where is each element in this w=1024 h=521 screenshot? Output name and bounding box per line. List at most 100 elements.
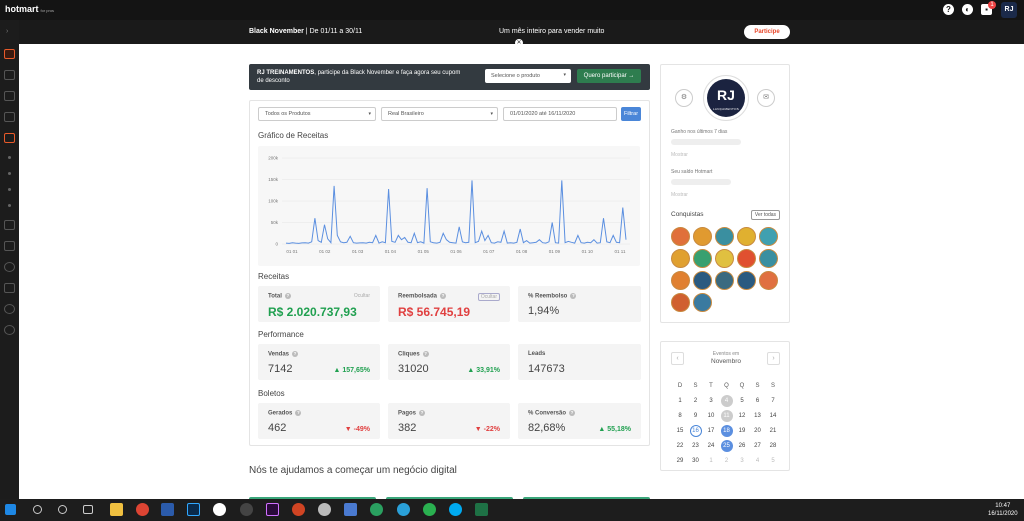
calendar-day[interactable]: 30: [690, 455, 702, 467]
calendar-day[interactable]: 24: [705, 440, 717, 452]
calendar-day[interactable]: 29: [674, 455, 686, 467]
currency-filter[interactable]: Real Brasileiro ▾: [381, 107, 498, 121]
app-icon[interactable]: [344, 503, 357, 516]
achievement-badge[interactable]: [693, 293, 712, 312]
calendar-day[interactable]: 1: [705, 455, 717, 467]
sidebar-item-dashboard[interactable]: [4, 49, 15, 59]
calendar-day[interactable]: 4: [720, 395, 733, 407]
help-icon[interactable]: ?: [422, 351, 429, 357]
calendar-day[interactable]: 10: [705, 410, 717, 422]
achievement-badge[interactable]: [759, 249, 778, 268]
calendar-day[interactable]: 16: [689, 425, 702, 437]
show-link[interactable]: Mostrar: [671, 192, 688, 198]
achievement-badge[interactable]: [737, 249, 756, 268]
system-clock[interactable]: 10:47 16/11/2020: [988, 502, 1018, 518]
calendar-day[interactable]: 5: [736, 395, 748, 407]
help-icon[interactable]: ?: [440, 293, 447, 299]
sidebar-item-sync[interactable]: [4, 220, 15, 230]
calendar-day[interactable]: 21: [767, 425, 779, 437]
achievement-badge[interactable]: [693, 271, 712, 290]
calendar-day[interactable]: 17: [705, 425, 717, 437]
achievement-badge[interactable]: [671, 249, 690, 268]
calendar-day[interactable]: 14: [767, 410, 779, 422]
calendar-day[interactable]: 9: [690, 410, 702, 422]
help-icon[interactable]: ?: [943, 4, 954, 15]
achievement-badge[interactable]: [715, 249, 734, 268]
achievement-badge[interactable]: [693, 249, 712, 268]
want-participate-button[interactable]: Quero participar →: [577, 69, 641, 83]
skype-icon[interactable]: [449, 503, 462, 516]
telegram-icon[interactable]: [397, 503, 410, 516]
chat-bubble-icon[interactable]: ✉: [757, 89, 775, 107]
calendar-day[interactable]: 1: [674, 395, 686, 407]
achievement-badge[interactable]: [671, 271, 690, 290]
expand-icon[interactable]: ›: [6, 28, 8, 35]
calendar-day[interactable]: 18: [720, 425, 733, 437]
profile-avatar[interactable]: RJ LANÇAMENTOS: [703, 75, 749, 121]
participate-button[interactable]: Participe: [744, 25, 790, 39]
achievement-badge[interactable]: [693, 227, 712, 246]
calendar-day[interactable]: 7: [767, 395, 779, 407]
sidebar-item-products[interactable]: [4, 70, 15, 80]
achievement-badge[interactable]: [715, 271, 734, 290]
calendar-day[interactable]: 22: [674, 440, 686, 452]
sidebar-item-tools[interactable]: [4, 91, 15, 101]
calendar-day[interactable]: 5: [767, 455, 779, 467]
prev-month-button[interactable]: ‹: [671, 352, 684, 365]
user-settings-icon[interactable]: ⚙: [675, 89, 693, 107]
achievement-badge[interactable]: [715, 227, 734, 246]
calendar-day[interactable]: 19: [736, 425, 748, 437]
next-month-button[interactable]: ›: [767, 352, 780, 365]
product-select[interactable]: Selecione o produto ▾: [485, 69, 571, 83]
word-icon[interactable]: [161, 503, 174, 516]
sidebar-dot[interactable]: [8, 172, 11, 175]
app-icon[interactable]: [370, 503, 383, 516]
calendar-day[interactable]: 11: [720, 410, 733, 422]
calendar-day[interactable]: 27: [752, 440, 764, 452]
sidebar-item-settings[interactable]: [4, 325, 15, 335]
calendar-day[interactable]: 13: [752, 410, 764, 422]
calendar-day[interactable]: 3: [736, 455, 748, 467]
user-avatar[interactable]: RJ: [1001, 2, 1017, 18]
sidebar-item-reports[interactable]: [4, 283, 15, 293]
calendar-day[interactable]: 20: [752, 425, 764, 437]
help-icon[interactable]: ?: [292, 351, 299, 357]
sidebar-item-marketplace[interactable]: [4, 112, 15, 122]
help-icon[interactable]: ?: [419, 410, 426, 416]
sidebar-item-support[interactable]: [4, 304, 15, 314]
filter-button[interactable]: Filtrar: [621, 107, 641, 121]
calendar-day[interactable]: 12: [736, 410, 748, 422]
file-explorer-icon[interactable]: [110, 503, 123, 516]
hide-button[interactable]: Ocultar: [477, 293, 500, 301]
cortana-icon[interactable]: [58, 505, 67, 514]
sidebar-dot[interactable]: [8, 188, 11, 191]
hide-button[interactable]: Ocultar: [354, 293, 370, 299]
achievement-badge[interactable]: [737, 271, 756, 290]
calendar-day[interactable]: 4: [752, 455, 764, 467]
achievement-badge[interactable]: [759, 227, 778, 246]
calendar-day[interactable]: 15: [674, 425, 686, 437]
calendar-day[interactable]: 8: [674, 410, 686, 422]
calendar-day[interactable]: 23: [690, 440, 702, 452]
calendar-day[interactable]: 26: [736, 440, 748, 452]
calendar-day[interactable]: 6: [752, 395, 764, 407]
sidebar-dot[interactable]: [8, 204, 11, 207]
achievement-badge[interactable]: [759, 271, 778, 290]
achievement-badge[interactable]: [671, 227, 690, 246]
globe-icon[interactable]: ◐: [962, 4, 973, 15]
start-icon[interactable]: [5, 504, 16, 515]
calendar-day[interactable]: 2: [690, 395, 702, 407]
app-icon[interactable]: [240, 503, 253, 516]
see-all-button[interactable]: Ver todas: [751, 210, 780, 220]
achievement-badge[interactable]: [737, 227, 756, 246]
calendar-day[interactable]: 28: [767, 440, 779, 452]
photoshop-icon[interactable]: [187, 503, 200, 516]
premiere-icon[interactable]: [266, 503, 279, 516]
product-filter[interactable]: Todos os Produtos ▾: [258, 107, 376, 121]
chrome-icon[interactable]: [136, 503, 149, 516]
task-view-icon[interactable]: [83, 505, 93, 514]
powerpoint-icon[interactable]: [292, 503, 305, 516]
help-icon[interactable]: ?: [284, 293, 291, 299]
sidebar-item-messages[interactable]: [4, 241, 15, 251]
help-icon[interactable]: ?: [570, 293, 577, 299]
